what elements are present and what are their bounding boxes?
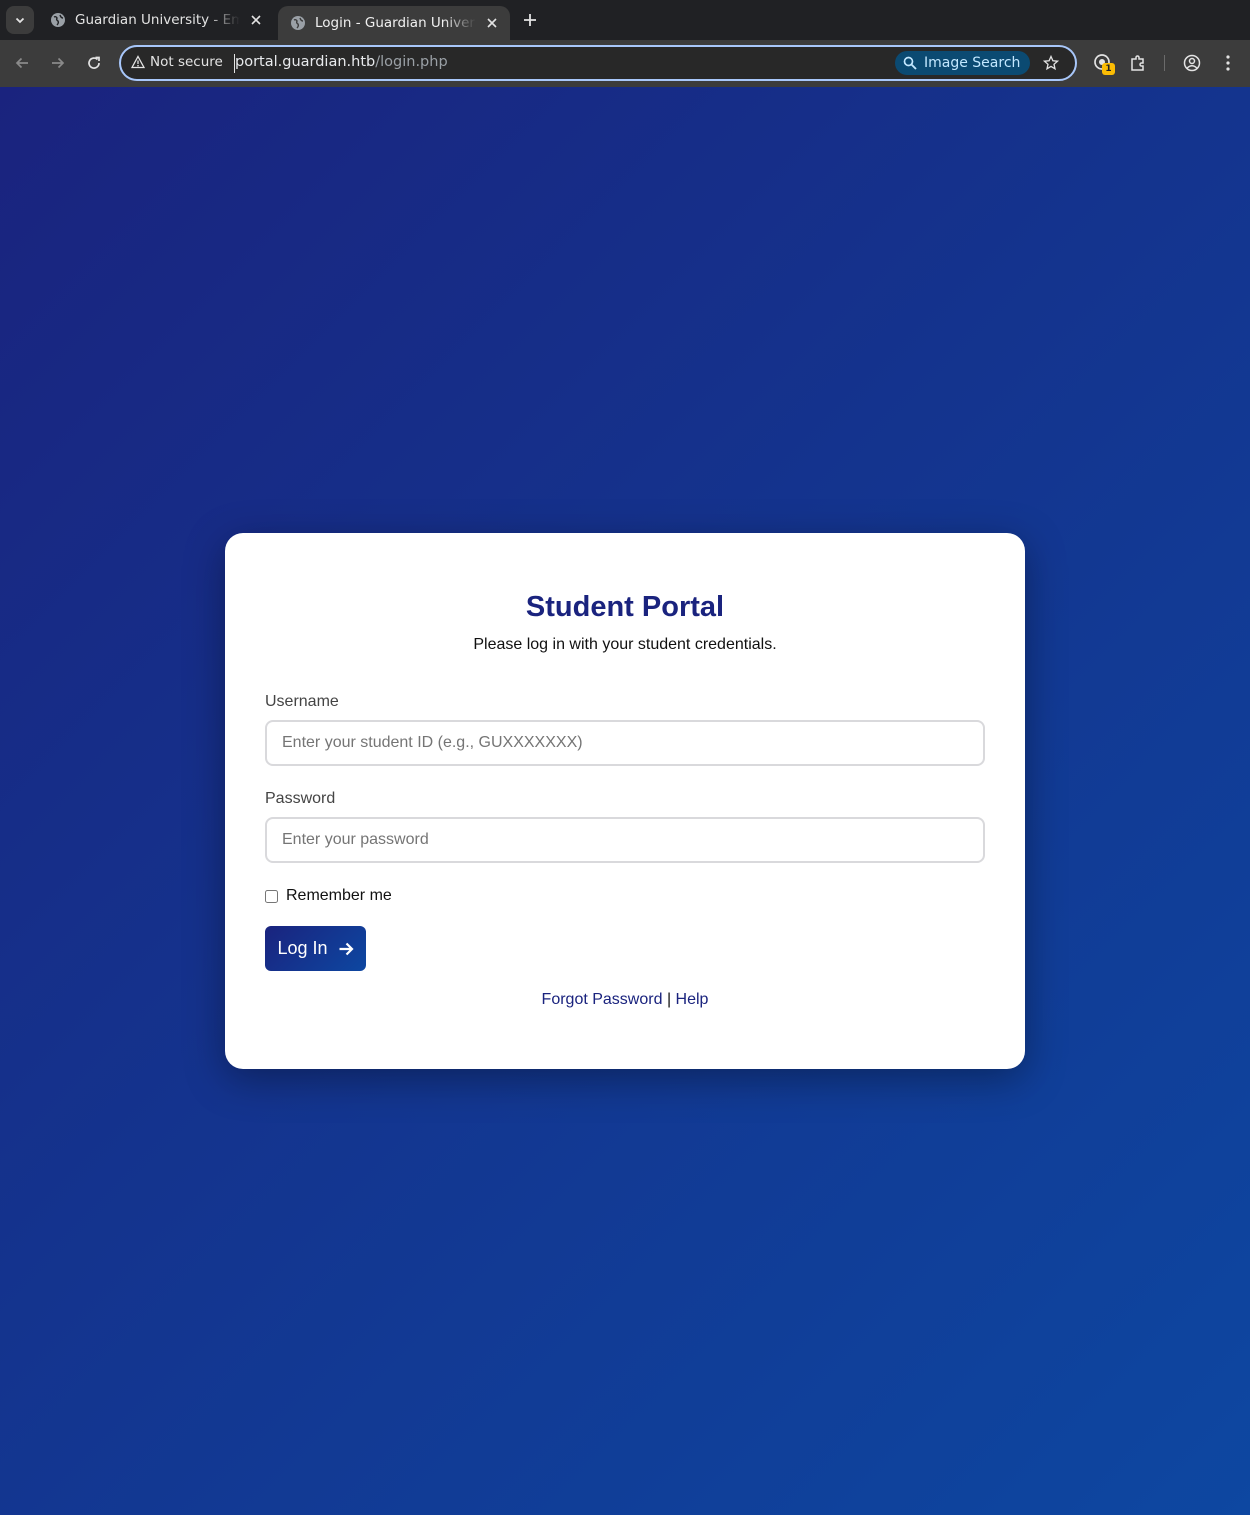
login-links: Forgot Password | Help bbox=[225, 991, 1025, 1009]
browser-tabstrip: Guardian University - Employee Portal Lo… bbox=[0, 0, 1250, 40]
image-search-chip[interactable]: Image Search bbox=[895, 51, 1031, 75]
forward-button[interactable] bbox=[46, 51, 70, 75]
remember-me-label: Remember me bbox=[286, 887, 392, 904]
globe-icon bbox=[51, 13, 65, 27]
reload-button[interactable] bbox=[82, 51, 106, 75]
account-circle-icon bbox=[1183, 54, 1201, 72]
arrow-right-icon bbox=[52, 57, 65, 69]
tab-title: Guardian University - Employee Portal bbox=[75, 12, 240, 28]
login-button-label: Log In bbox=[277, 938, 328, 958]
tab-login[interactable]: Login - Guardian University bbox=[278, 6, 510, 40]
password-label: Password bbox=[265, 790, 336, 807]
url-text[interactable]: portal.guardian.htb/login.php bbox=[235, 54, 448, 70]
link-separator: | bbox=[666, 991, 672, 1008]
image-search-label: Image Search bbox=[924, 55, 1021, 71]
close-icon[interactable] bbox=[484, 15, 500, 31]
reload-icon bbox=[88, 56, 100, 69]
bookmark-star-button[interactable] bbox=[1041, 53, 1061, 73]
extensions-menu-button[interactable] bbox=[1126, 51, 1150, 75]
login-card: Student Portal Please log in with your s… bbox=[225, 533, 1025, 1069]
username-label: Username bbox=[265, 693, 339, 710]
site-security-indicator[interactable]: Not secure bbox=[131, 54, 223, 70]
address-bar[interactable]: Not secure portal.guardian.htb/login.php… bbox=[119, 45, 1077, 81]
star-icon bbox=[1043, 55, 1059, 71]
remember-me-row[interactable]: Remember me bbox=[265, 887, 392, 905]
toolbar-separator bbox=[1164, 55, 1165, 71]
browser-menu-button[interactable] bbox=[1216, 51, 1240, 75]
password-input[interactable] bbox=[265, 817, 985, 863]
not-secure-label: Not secure bbox=[150, 54, 223, 70]
url-host: portal.guardian.htb bbox=[235, 54, 376, 70]
url-path: /login.php bbox=[375, 54, 448, 70]
close-icon[interactable] bbox=[248, 12, 264, 28]
search-icon bbox=[903, 56, 917, 70]
remember-me-checkbox[interactable] bbox=[265, 889, 278, 903]
more-vertical-icon bbox=[1226, 55, 1230, 71]
extension-button[interactable]: 1 bbox=[1091, 51, 1115, 75]
puzzle-icon bbox=[1131, 55, 1144, 71]
warning-icon bbox=[131, 55, 145, 69]
plus-icon bbox=[524, 14, 536, 26]
tab-title: Login - Guardian University bbox=[315, 15, 476, 31]
arrow-left-icon bbox=[15, 57, 28, 69]
help-link[interactable]: Help bbox=[676, 991, 709, 1008]
page-title: Student Portal bbox=[525, 591, 725, 623]
tab-search-button[interactable] bbox=[6, 6, 34, 34]
chevron-down-icon bbox=[15, 17, 25, 24]
username-input[interactable] bbox=[265, 720, 985, 766]
new-tab-button[interactable] bbox=[518, 8, 542, 32]
profile-button[interactable] bbox=[1180, 51, 1204, 75]
tab-employee-portal[interactable]: Guardian University - Employee Portal bbox=[38, 0, 274, 40]
arrow-right-icon bbox=[339, 942, 354, 955]
forgot-password-link[interactable]: Forgot Password bbox=[542, 991, 663, 1008]
login-button[interactable]: Log In bbox=[265, 926, 366, 971]
login-subtitle: Please log in with your student credenti… bbox=[473, 636, 777, 653]
extension-badge: 1 bbox=[1102, 63, 1115, 75]
browser-toolbar: Not secure portal.guardian.htb/login.php… bbox=[0, 40, 1250, 87]
globe-icon bbox=[291, 16, 305, 30]
page-background: Student Portal Please log in with your s… bbox=[0, 87, 1250, 1515]
back-button[interactable] bbox=[10, 51, 34, 75]
